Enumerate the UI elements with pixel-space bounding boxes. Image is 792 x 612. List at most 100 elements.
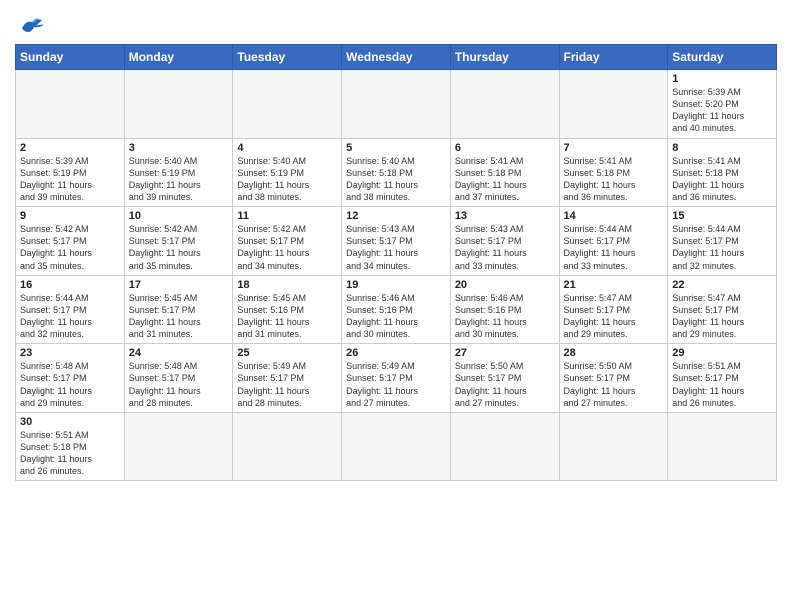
day-number: 26 [346,347,446,359]
calendar-cell: 13Sunrise: 5:43 AM Sunset: 5:17 PM Dayli… [450,207,559,276]
calendar-cell: 20Sunrise: 5:46 AM Sunset: 5:16 PM Dayli… [450,275,559,344]
calendar-cell: 28Sunrise: 5:50 AM Sunset: 5:17 PM Dayli… [559,344,668,413]
day-info: Sunrise: 5:50 AM Sunset: 5:17 PM Dayligh… [564,360,664,409]
day-number: 25 [237,347,337,359]
calendar-cell [124,412,233,481]
calendar-table: SundayMondayTuesdayWednesdayThursdayFrid… [15,44,777,481]
day-info: Sunrise: 5:39 AM Sunset: 5:19 PM Dayligh… [20,155,120,204]
day-number: 2 [20,142,120,154]
calendar-cell: 25Sunrise: 5:49 AM Sunset: 5:17 PM Dayli… [233,344,342,413]
calendar-cell: 3Sunrise: 5:40 AM Sunset: 5:19 PM Daylig… [124,138,233,207]
day-number: 11 [237,210,337,222]
day-info: Sunrise: 5:40 AM Sunset: 5:18 PM Dayligh… [346,155,446,204]
calendar-cell: 22Sunrise: 5:47 AM Sunset: 5:17 PM Dayli… [668,275,777,344]
calendar-row-2: 9Sunrise: 5:42 AM Sunset: 5:17 PM Daylig… [16,207,777,276]
logo [15,10,46,36]
calendar-cell [668,412,777,481]
day-info: Sunrise: 5:43 AM Sunset: 5:17 PM Dayligh… [455,223,555,272]
day-number: 23 [20,347,120,359]
calendar-cell: 10Sunrise: 5:42 AM Sunset: 5:17 PM Dayli… [124,207,233,276]
calendar-cell: 21Sunrise: 5:47 AM Sunset: 5:17 PM Dayli… [559,275,668,344]
day-number: 5 [346,142,446,154]
calendar-cell [342,412,451,481]
day-info: Sunrise: 5:43 AM Sunset: 5:17 PM Dayligh… [346,223,446,272]
calendar-cell [450,70,559,139]
weekday-header-saturday: Saturday [668,45,777,70]
day-number: 28 [564,347,664,359]
day-info: Sunrise: 5:41 AM Sunset: 5:18 PM Dayligh… [455,155,555,204]
day-info: Sunrise: 5:44 AM Sunset: 5:17 PM Dayligh… [564,223,664,272]
day-number: 16 [20,279,120,291]
calendar-cell: 24Sunrise: 5:48 AM Sunset: 5:17 PM Dayli… [124,344,233,413]
day-info: Sunrise: 5:42 AM Sunset: 5:17 PM Dayligh… [20,223,120,272]
day-info: Sunrise: 5:46 AM Sunset: 5:16 PM Dayligh… [455,292,555,341]
calendar-cell: 6Sunrise: 5:41 AM Sunset: 5:18 PM Daylig… [450,138,559,207]
day-number: 10 [129,210,229,222]
calendar-cell: 30Sunrise: 5:51 AM Sunset: 5:18 PM Dayli… [16,412,125,481]
day-number: 6 [455,142,555,154]
day-number: 29 [672,347,772,359]
calendar-cell: 9Sunrise: 5:42 AM Sunset: 5:17 PM Daylig… [16,207,125,276]
calendar-cell [124,70,233,139]
weekday-header-row: SundayMondayTuesdayWednesdayThursdayFrid… [16,45,777,70]
day-number: 12 [346,210,446,222]
day-info: Sunrise: 5:39 AM Sunset: 5:20 PM Dayligh… [672,86,772,135]
page: SundayMondayTuesdayWednesdayThursdayFrid… [0,0,792,612]
day-number: 19 [346,279,446,291]
calendar-cell [450,412,559,481]
day-info: Sunrise: 5:40 AM Sunset: 5:19 PM Dayligh… [129,155,229,204]
day-number: 17 [129,279,229,291]
day-number: 30 [20,416,120,428]
day-info: Sunrise: 5:47 AM Sunset: 5:17 PM Dayligh… [672,292,772,341]
day-info: Sunrise: 5:51 AM Sunset: 5:17 PM Dayligh… [672,360,772,409]
calendar-cell: 29Sunrise: 5:51 AM Sunset: 5:17 PM Dayli… [668,344,777,413]
day-number: 24 [129,347,229,359]
day-info: Sunrise: 5:48 AM Sunset: 5:17 PM Dayligh… [20,360,120,409]
day-info: Sunrise: 5:50 AM Sunset: 5:17 PM Dayligh… [455,360,555,409]
day-number: 20 [455,279,555,291]
day-number: 7 [564,142,664,154]
calendar-row-1: 2Sunrise: 5:39 AM Sunset: 5:19 PM Daylig… [16,138,777,207]
day-number: 15 [672,210,772,222]
day-info: Sunrise: 5:42 AM Sunset: 5:17 PM Dayligh… [129,223,229,272]
day-number: 22 [672,279,772,291]
calendar-cell: 15Sunrise: 5:44 AM Sunset: 5:17 PM Dayli… [668,207,777,276]
calendar-cell: 7Sunrise: 5:41 AM Sunset: 5:18 PM Daylig… [559,138,668,207]
calendar-cell: 5Sunrise: 5:40 AM Sunset: 5:18 PM Daylig… [342,138,451,207]
logo-bird-icon [18,14,46,36]
weekday-header-monday: Monday [124,45,233,70]
calendar-cell: 8Sunrise: 5:41 AM Sunset: 5:18 PM Daylig… [668,138,777,207]
day-info: Sunrise: 5:51 AM Sunset: 5:18 PM Dayligh… [20,429,120,478]
calendar-cell: 1Sunrise: 5:39 AM Sunset: 5:20 PM Daylig… [668,70,777,139]
calendar-cell: 11Sunrise: 5:42 AM Sunset: 5:17 PM Dayli… [233,207,342,276]
day-info: Sunrise: 5:45 AM Sunset: 5:17 PM Dayligh… [129,292,229,341]
day-info: Sunrise: 5:46 AM Sunset: 5:16 PM Dayligh… [346,292,446,341]
day-info: Sunrise: 5:40 AM Sunset: 5:19 PM Dayligh… [237,155,337,204]
weekday-header-wednesday: Wednesday [342,45,451,70]
calendar-cell: 4Sunrise: 5:40 AM Sunset: 5:19 PM Daylig… [233,138,342,207]
day-number: 27 [455,347,555,359]
calendar-cell: 2Sunrise: 5:39 AM Sunset: 5:19 PM Daylig… [16,138,125,207]
day-number: 18 [237,279,337,291]
calendar-cell [16,70,125,139]
weekday-header-friday: Friday [559,45,668,70]
calendar-cell: 23Sunrise: 5:48 AM Sunset: 5:17 PM Dayli… [16,344,125,413]
calendar-cell [233,70,342,139]
day-number: 21 [564,279,664,291]
day-info: Sunrise: 5:42 AM Sunset: 5:17 PM Dayligh… [237,223,337,272]
weekday-header-tuesday: Tuesday [233,45,342,70]
day-number: 4 [237,142,337,154]
calendar-cell: 12Sunrise: 5:43 AM Sunset: 5:17 PM Dayli… [342,207,451,276]
day-info: Sunrise: 5:44 AM Sunset: 5:17 PM Dayligh… [20,292,120,341]
calendar-cell: 16Sunrise: 5:44 AM Sunset: 5:17 PM Dayli… [16,275,125,344]
weekday-header-sunday: Sunday [16,45,125,70]
day-number: 8 [672,142,772,154]
calendar-cell: 27Sunrise: 5:50 AM Sunset: 5:17 PM Dayli… [450,344,559,413]
calendar-row-3: 16Sunrise: 5:44 AM Sunset: 5:17 PM Dayli… [16,275,777,344]
day-number: 14 [564,210,664,222]
day-info: Sunrise: 5:49 AM Sunset: 5:17 PM Dayligh… [346,360,446,409]
calendar-row-4: 23Sunrise: 5:48 AM Sunset: 5:17 PM Dayli… [16,344,777,413]
calendar-cell: 19Sunrise: 5:46 AM Sunset: 5:16 PM Dayli… [342,275,451,344]
day-number: 13 [455,210,555,222]
calendar-cell: 18Sunrise: 5:45 AM Sunset: 5:16 PM Dayli… [233,275,342,344]
